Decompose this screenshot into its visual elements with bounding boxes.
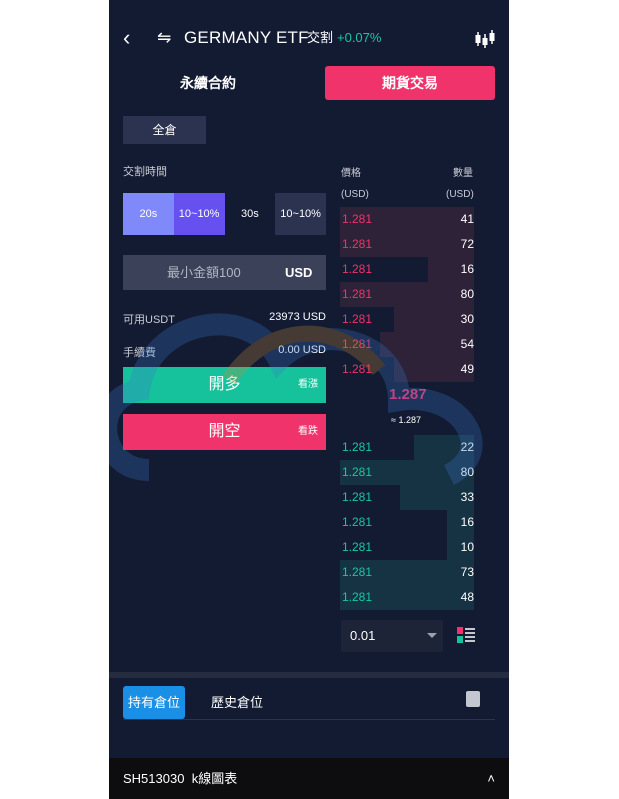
bid-row[interactable]: 1.281 73 <box>340 560 474 585</box>
footer-title: SH513030 k線圖表 <box>123 758 237 799</box>
settlement-option[interactable]: 20s <box>123 193 174 235</box>
back-icon[interactable]: ‹ <box>123 27 139 49</box>
ask-qty: 80 <box>460 287 474 301</box>
bid-qty: 10 <box>460 540 474 554</box>
bid-row[interactable]: 1.281 80 <box>340 460 474 485</box>
margin-mode-button[interactable]: 全倉 <box>123 116 206 144</box>
amount-unit: USD <box>285 265 313 280</box>
candlestick-icon[interactable] <box>474 28 496 50</box>
change-badge: +0.07% <box>337 30 382 45</box>
bid-qty: 16 <box>460 515 474 529</box>
tab-open-positions[interactable]: 持有倉位 <box>123 686 185 719</box>
bid-price: 1.281 <box>342 515 373 529</box>
bid-qty: 80 <box>460 465 474 479</box>
ask-row[interactable]: 1.281 72 <box>340 232 474 257</box>
tab-underline <box>123 719 495 720</box>
document-icon[interactable] <box>466 691 480 707</box>
open-short-label: 開空 <box>208 423 241 440</box>
bid-row[interactable]: 1.281 33 <box>340 485 474 510</box>
orderbook-price-header: 價格 <box>341 168 361 179</box>
chevron-up-icon[interactable]: ˄ <box>487 758 495 799</box>
orderbook-price-unit: (USD) <box>341 189 369 200</box>
ask-qty: 54 <box>460 337 474 351</box>
ask-row[interactable]: 1.281 80 <box>340 282 474 307</box>
settlement-option[interactable]: 30s <box>224 193 276 235</box>
open-short-button[interactable]: 開空 看跌 <box>123 414 326 450</box>
bid-price: 1.281 <box>342 465 373 479</box>
fee-value: 0.00 USD <box>278 344 326 356</box>
ask-qty: 49 <box>460 362 474 376</box>
footer-chart-label: k線圖表 <box>191 771 238 786</box>
swap-icon[interactable]: ⇋ <box>157 28 177 48</box>
ask-price: 1.281 <box>342 337 373 351</box>
settlement-time-label: 交割時間 <box>123 166 167 178</box>
ask-row[interactable]: 1.281 16 <box>340 257 474 282</box>
approx-price: ≈ 1.287 <box>391 415 421 425</box>
ask-price: 1.281 <box>342 212 373 226</box>
tab-futures[interactable]: 期貨交易 <box>325 66 495 100</box>
ask-price: 1.281 <box>342 237 373 251</box>
bid-price: 1.281 <box>342 590 373 604</box>
bid-row[interactable]: 1.281 10 <box>340 535 474 560</box>
bid-qty: 33 <box>460 490 474 504</box>
settlement-option[interactable]: 10~10% <box>173 193 225 235</box>
footer-symbol: SH513030 <box>123 771 185 786</box>
bid-row[interactable]: 1.281 48 <box>340 585 474 610</box>
app-screen: ‹ ⇋ GERMANY ETF 交割 +0.07% 永續合約 期貨交易 全倉 交… <box>109 0 509 799</box>
ask-qty: 30 <box>460 312 474 326</box>
ask-row[interactable]: 1.281 49 <box>340 357 474 382</box>
bid-price: 1.281 <box>342 565 373 579</box>
ask-row[interactable]: 1.281 41 <box>340 207 474 232</box>
tab-position-history[interactable]: 歷史倉位 <box>211 686 263 719</box>
ask-price: 1.281 <box>342 262 373 276</box>
ask-price: 1.281 <box>342 312 373 326</box>
bid-qty: 22 <box>460 440 474 454</box>
settlement-option[interactable]: 10~10% <box>275 193 326 235</box>
open-long-hint: 看漲 <box>298 379 318 390</box>
bid-price: 1.281 <box>342 490 373 504</box>
kline-footer-bar[interactable]: SH513030 k線圖表 ˄ <box>109 758 509 799</box>
open-long-button[interactable]: 開多 看漲 <box>123 367 326 403</box>
ask-qty: 41 <box>460 212 474 226</box>
open-short-hint: 看跌 <box>298 426 318 437</box>
fee-label: 手續費 <box>123 347 156 359</box>
tab-perpetual[interactable]: 永續合約 <box>123 66 293 100</box>
ask-price: 1.281 <box>342 287 373 301</box>
ask-qty: 72 <box>460 237 474 251</box>
ask-row[interactable]: 1.281 54 <box>340 332 474 357</box>
bid-qty: 73 <box>460 565 474 579</box>
bid-row[interactable]: 1.281 16 <box>340 510 474 535</box>
amount-input[interactable]: 最小金額100 USD <box>123 255 326 290</box>
bid-price: 1.281 <box>342 440 373 454</box>
orderbook-qty-header: 數量 <box>453 168 473 179</box>
open-long-label: 開多 <box>208 376 241 393</box>
bid-qty: 48 <box>460 590 474 604</box>
page-title: GERMANY ETF <box>184 28 309 47</box>
amount-placeholder: 最小金額100 <box>167 265 241 280</box>
orderbook-qty-unit: (USD) <box>446 189 474 200</box>
precision-value: 0.01 <box>350 628 376 643</box>
bid-row[interactable]: 1.281 22 <box>340 435 474 460</box>
settlement-options: 20s 10~10% 30s 10~10% <box>123 193 326 235</box>
subtitle: 交割 <box>307 30 334 45</box>
last-price: 1.287 <box>389 386 427 403</box>
precision-select[interactable]: 0.01 <box>341 620 443 652</box>
ask-qty: 16 <box>460 262 474 276</box>
section-divider <box>109 672 509 678</box>
ask-row[interactable]: 1.281 30 <box>340 307 474 332</box>
available-label: 可用USDT <box>123 314 175 326</box>
orderbook-layout-icon[interactable] <box>457 627 475 643</box>
ask-price: 1.281 <box>342 362 373 376</box>
bid-price: 1.281 <box>342 540 373 554</box>
available-value: 23973 USD <box>269 311 326 323</box>
chevron-down-icon <box>427 633 437 638</box>
